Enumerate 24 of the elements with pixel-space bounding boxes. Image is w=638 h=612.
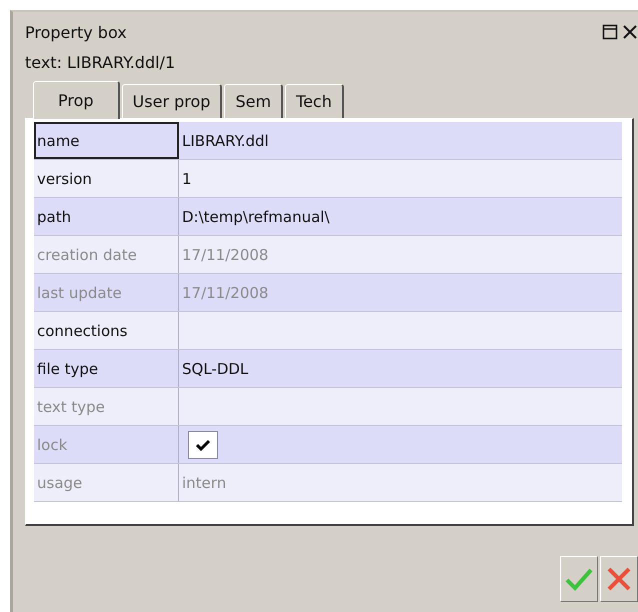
- property-value: SQL-DDL: [182, 360, 248, 378]
- tab[interactable]: User prop: [122, 84, 222, 118]
- window-title: Property box: [25, 22, 127, 42]
- property-value: D:\temp\refmanual\: [182, 208, 330, 226]
- property-name[interactable]: path: [34, 198, 179, 235]
- tab[interactable]: Tech: [285, 84, 344, 118]
- property-value: 17/11/2008: [182, 246, 268, 264]
- cancel-button[interactable]: [600, 556, 638, 602]
- property-name[interactable]: file type: [34, 350, 179, 387]
- check-icon: [196, 438, 210, 450]
- close-icon: [606, 566, 632, 592]
- property-name[interactable]: name: [34, 122, 179, 159]
- property-value: 1: [182, 170, 192, 188]
- property-name[interactable]: version: [34, 160, 179, 197]
- property-value: intern: [182, 474, 226, 492]
- object-label: text: LIBRARY.ddl/1: [25, 52, 176, 74]
- restore-icon[interactable]: [602, 24, 618, 40]
- tab[interactable]: Sem: [224, 84, 284, 118]
- tab[interactable]: Prop: [33, 81, 120, 119]
- close-icon[interactable]: [622, 24, 638, 40]
- property-value: LIBRARY.ddl: [182, 132, 269, 150]
- check-icon: [565, 567, 593, 591]
- property-value: 17/11/2008: [182, 284, 268, 302]
- ok-button[interactable]: [560, 556, 598, 602]
